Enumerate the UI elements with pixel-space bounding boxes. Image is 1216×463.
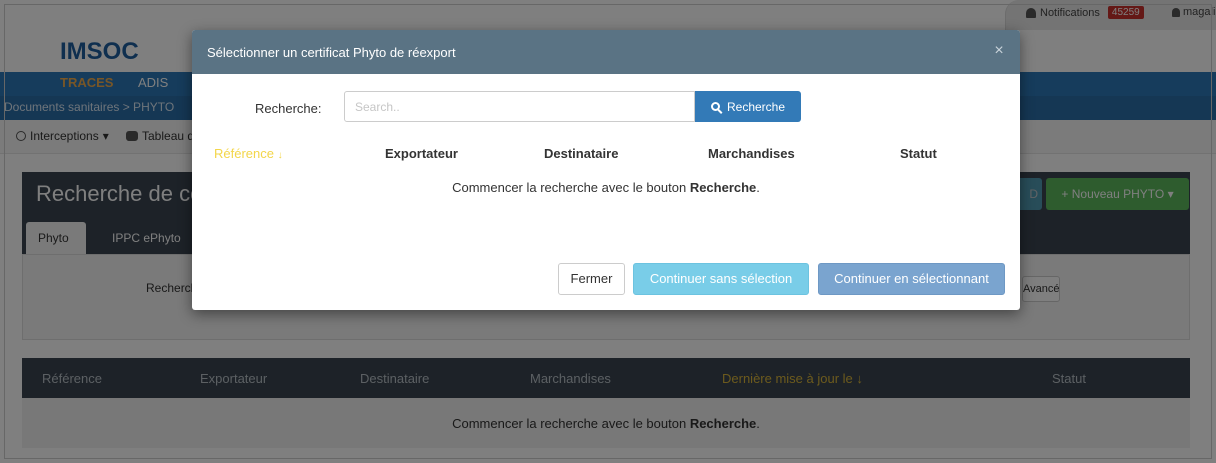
continue-with-selection-button[interactable]: Continuer en sélectionnant bbox=[818, 263, 1005, 295]
modal-column-consignee[interactable]: Destinataire bbox=[544, 146, 618, 161]
close-button[interactable]: Fermer bbox=[558, 263, 625, 295]
search-button[interactable]: Recherche bbox=[695, 91, 801, 122]
modal-empty-message: Commencer la recherche avec le bouton Re… bbox=[192, 180, 1020, 195]
continue-without-selection-button[interactable]: Continuer sans sélection bbox=[633, 263, 809, 295]
modal-column-reference[interactable]: Référence ↓ bbox=[214, 146, 283, 161]
modal-column-exporter[interactable]: Exportateur bbox=[385, 146, 458, 161]
close-icon[interactable]: × bbox=[990, 42, 1008, 60]
modal-column-status[interactable]: Statut bbox=[900, 146, 937, 161]
select-reexport-certificate-modal: Sélectionner un certificat Phyto de réex… bbox=[192, 30, 1020, 310]
modal-empty-suffix: . bbox=[756, 180, 760, 195]
modal-reference-label: Référence bbox=[214, 146, 274, 161]
modal-column-goods[interactable]: Marchandises bbox=[708, 146, 795, 161]
search-label: Recherche: bbox=[255, 101, 322, 116]
search-input[interactable] bbox=[344, 91, 695, 122]
search-button-label: Recherche bbox=[726, 99, 786, 114]
modal-title: Sélectionner un certificat Phyto de réex… bbox=[207, 45, 456, 60]
modal-empty-prefix: Commencer la recherche avec le bouton bbox=[452, 180, 690, 195]
search-icon bbox=[710, 102, 720, 111]
sort-icon: ↓ bbox=[277, 150, 283, 161]
modal-empty-bold: Recherche bbox=[689, 180, 757, 195]
